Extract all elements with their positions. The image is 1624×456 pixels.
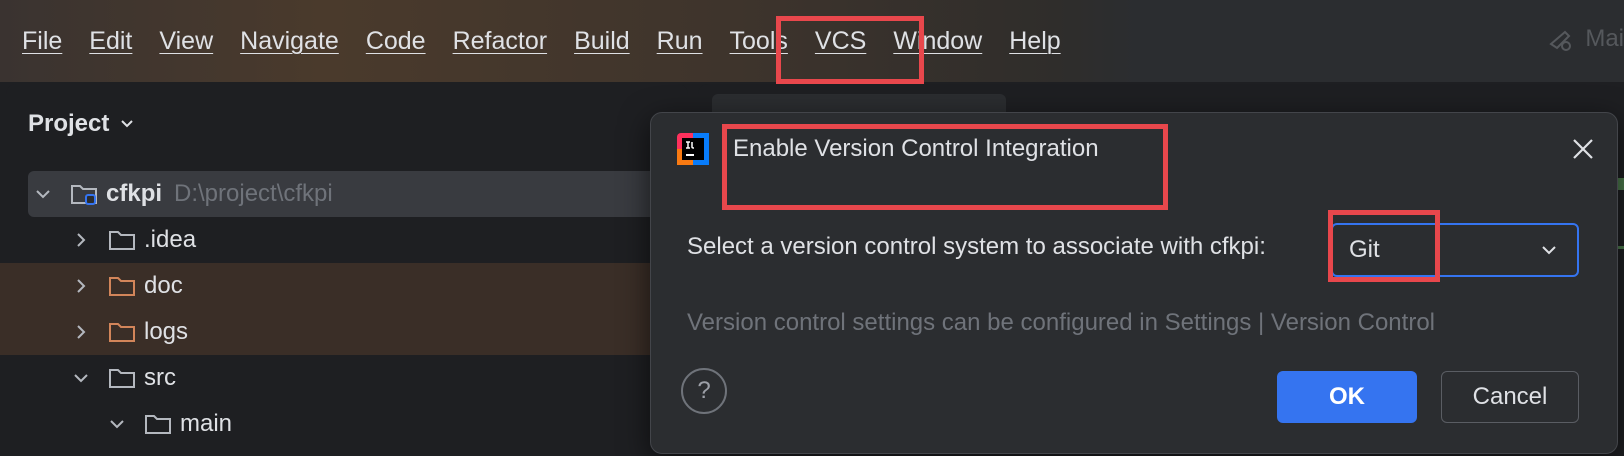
run-config-widget[interactable]: Mai [1545,24,1624,54]
menu-refactor[interactable]: Refactor [453,24,547,58]
tree-label: logs [144,318,189,345]
tree-label: .idea [144,226,197,253]
tree-label: src [144,364,176,391]
tree-label: main [180,410,233,437]
menu-items: File Edit View Navigate Code Refactor Bu… [22,24,1088,58]
tree-row-cfkpi[interactable]: cfkpi D:\project\cfkpi [28,171,688,217]
menu-view[interactable]: View [159,24,213,58]
menu-vcs[interactable]: VCS [815,24,866,58]
tree-row-logs[interactable]: logs [0,309,688,355]
project-header[interactable]: Project [28,110,135,138]
menu-bar: File Edit View Navigate Code Refactor Bu… [0,0,1624,82]
menu-run[interactable]: Run [657,24,703,58]
menu-code[interactable]: Code [366,24,426,58]
excluded-folder-icon [109,277,135,296]
tree-row-doc[interactable]: doc [0,263,688,309]
menu-tools[interactable]: Tools [730,24,788,58]
cancel-button[interactable]: Cancel [1441,371,1579,423]
chevron-down-icon[interactable] [72,369,90,387]
chevron-right-icon[interactable] [72,277,90,295]
dialog-title: Enable Version Control Integration [733,135,1099,162]
tree-row-idea[interactable]: .idea [28,217,688,263]
chevron-right-icon[interactable] [72,323,90,341]
project-title: Project [28,110,110,137]
chevron-down-icon [1542,246,1556,255]
vcs-select-value: Git [1349,236,1380,263]
tree-label: doc [144,272,183,299]
help-button[interactable]: ? [681,368,727,414]
menu-window[interactable]: Window [893,24,982,58]
menu-edit[interactable]: Edit [89,24,132,58]
excluded-folder-icon [109,323,135,342]
run-config-label: Mai [1585,25,1624,52]
chevron-right-icon[interactable] [72,231,90,249]
vcs-select[interactable]: Git [1331,223,1579,277]
module-folder-icon [71,185,97,205]
folder-icon [145,415,171,434]
folder-icon [109,231,135,250]
menu-file[interactable]: File [22,24,62,58]
tree-row-main[interactable]: main [28,401,688,447]
menu-build[interactable]: Build [574,24,630,58]
tree-label: cfkpi [106,180,163,207]
tree-path: D:\project\cfkpi [174,180,333,207]
chevron-down-icon [121,120,134,128]
menu-help[interactable]: Help [1009,24,1060,58]
run-config-icon [1549,30,1572,51]
chevron-down-icon[interactable] [108,415,126,433]
chevron-down-icon[interactable] [34,185,52,203]
vcs-settings-hint: Version control settings can be configur… [687,309,1435,336]
close-icon[interactable] [1571,137,1595,161]
intellij-logo-icon [677,133,709,165]
folder-icon [109,369,135,388]
menu-navigate[interactable]: Navigate [240,24,339,58]
enable-vcs-dialog: Enable Version Control Integration Selec… [650,112,1618,454]
vcs-select-label: Select a version control system to assoc… [687,233,1266,260]
project-panel: Project cfkpi D:\project\cfkpi .idea doc… [0,84,688,456]
ok-button[interactable]: OK [1277,371,1417,423]
tree-row-src[interactable]: src [28,355,688,401]
